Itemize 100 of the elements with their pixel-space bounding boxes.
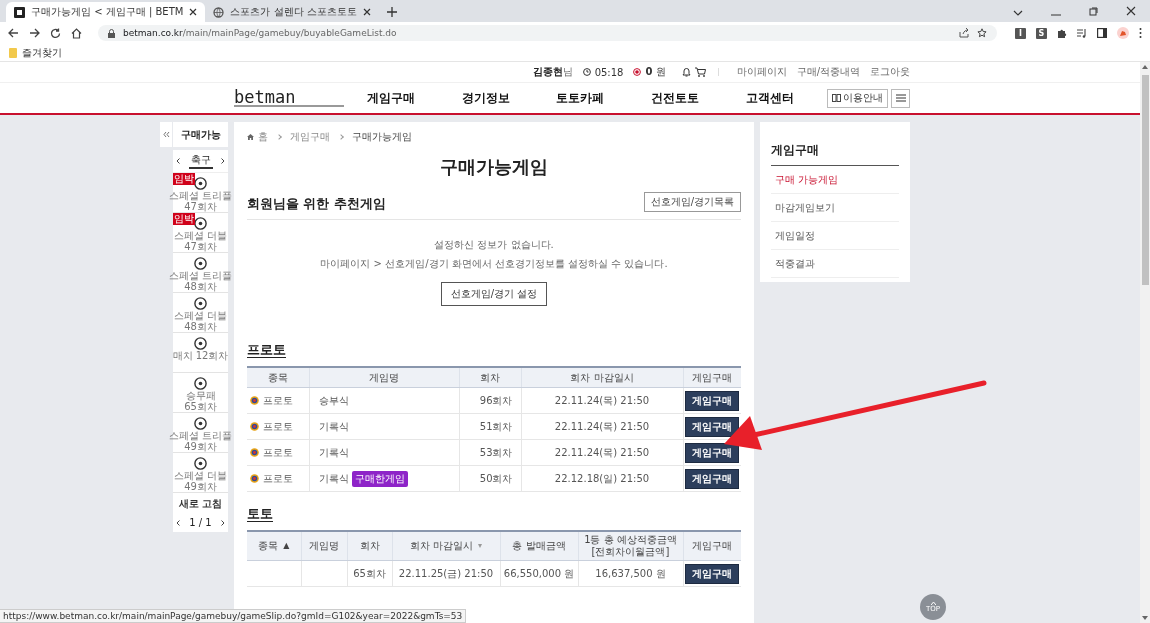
- target-icon: [250, 474, 259, 483]
- soccer-ball-icon: [194, 417, 207, 430]
- side-menu-item[interactable]: 게임일정: [771, 222, 899, 250]
- utility-link[interactable]: 로그아웃: [870, 65, 910, 79]
- profile-avatar-icon[interactable]: [1117, 27, 1129, 39]
- user-name: 김종현님: [532, 65, 573, 79]
- coin-icon: [633, 68, 642, 76]
- table-cell: 50회차: [459, 465, 521, 492]
- side-panel-icon[interactable]: [1097, 28, 1107, 38]
- address-bar[interactable]: betman.co.kr/main/mainPage/gamebuy/buyableGameList.do: [98, 25, 997, 41]
- game-shortcut[interactable]: 승무패 65회차: [173, 373, 228, 413]
- soccer-ball-icon: [194, 457, 207, 470]
- globe-icon: [213, 6, 225, 18]
- chevron-right-icon[interactable]: [221, 158, 225, 164]
- game-shortcut[interactable]: 임박 스페셜 더블 47회차: [173, 213, 228, 253]
- share-icon[interactable]: [959, 28, 969, 38]
- extension-icon[interactable]: S: [1036, 27, 1047, 39]
- table-cell: 65회차: [347, 560, 392, 587]
- table-cell: 프로토: [247, 465, 309, 492]
- target-icon: [250, 448, 259, 457]
- nav-menu-item[interactable]: 게임구매: [367, 89, 416, 107]
- cart-icon[interactable]: [694, 67, 706, 77]
- star-icon[interactable]: [977, 28, 987, 38]
- caret-up-icon: [930, 601, 936, 605]
- breadcrumb-link[interactable]: 게임구매: [290, 130, 330, 144]
- column-header[interactable]: 종목: [258, 540, 279, 552]
- new-tab-icon[interactable]: [386, 7, 397, 17]
- section-heading: 프로토: [247, 342, 286, 359]
- table-cell: 프로토: [247, 387, 309, 414]
- column-header[interactable]: 회차 마감일시: [409, 540, 474, 552]
- buy-game-button[interactable]: 게임구매: [685, 468, 740, 489]
- game-shortcut[interactable]: 매치 12회차: [173, 333, 228, 373]
- table-cell: 66,550,000 원: [500, 560, 578, 587]
- nav-menu-item[interactable]: 건전토토: [651, 89, 700, 107]
- scrollbar-thumb[interactable]: [1141, 75, 1149, 285]
- session-timer: 05:18: [594, 66, 624, 78]
- page-title: 구매가능게임: [439, 155, 549, 179]
- media-icon[interactable]: [1077, 28, 1087, 38]
- utility-link[interactable]: 구매/적중내역: [796, 65, 860, 79]
- close-icon[interactable]: [189, 8, 198, 16]
- scroll-up-icon[interactable]: [1142, 65, 1148, 69]
- side-menu-item[interactable]: 적중결과: [771, 250, 899, 278]
- puzzle-icon[interactable]: [1057, 28, 1067, 38]
- nav-menu-item[interactable]: 고객센터: [745, 89, 794, 107]
- column-header[interactable]: 회차: [359, 540, 380, 552]
- chevron-right-icon[interactable]: [221, 519, 225, 526]
- home-icon[interactable]: [71, 27, 82, 39]
- soccer-ball-icon: [194, 297, 207, 310]
- target-icon: [250, 396, 259, 405]
- collapse-button[interactable]: [160, 122, 172, 147]
- breadcrumb-link[interactable]: 구매가능게임: [352, 130, 412, 144]
- table-cell: 승부식: [309, 387, 459, 414]
- chevron-left-icon[interactable]: [176, 519, 180, 526]
- buy-game-button[interactable]: 게임구매: [685, 442, 740, 463]
- close-icon[interactable]: [1126, 6, 1136, 16]
- scroll-down-icon[interactable]: [1142, 616, 1148, 620]
- side-menu-item[interactable]: 마감게임보기: [771, 194, 899, 222]
- buy-game-button[interactable]: 게임구매: [685, 390, 740, 411]
- game-shortcut[interactable]: 스페셜 더블 48회차: [173, 293, 228, 333]
- folder-icon: [9, 47, 17, 58]
- column-header: 회차 마감일시: [521, 367, 683, 388]
- soccer-ball-icon: [194, 217, 207, 230]
- close-icon[interactable]: [362, 8, 371, 16]
- buy-game-button[interactable]: 게임구매: [685, 563, 740, 584]
- buy-game-button[interactable]: 게임구매: [685, 416, 740, 437]
- sort-indicator[interactable]: ▲: [283, 540, 290, 552]
- back-icon[interactable]: [8, 28, 19, 38]
- browser-tab[interactable]: 구매가능게임 < 게임구매 | BETM: [6, 2, 206, 22]
- menu-button[interactable]: [891, 88, 910, 108]
- imminent-badge: 임박: [173, 173, 195, 185]
- site-logo[interactable]: betman: [234, 89, 344, 107]
- guide-button[interactable]: 이용안내: [827, 88, 888, 108]
- extension-icon[interactable]: I: [1015, 27, 1026, 39]
- column-header: 종목: [247, 367, 309, 388]
- restore-icon[interactable]: [1089, 7, 1098, 16]
- sport-tab[interactable]: 축구: [188, 153, 213, 169]
- side-menu-title: 게임구매: [771, 135, 899, 166]
- side-menu-item[interactable]: 구매 가능게임: [771, 166, 899, 194]
- more-icon[interactable]: [1139, 28, 1142, 38]
- chevron-down-icon[interactable]: [1013, 10, 1023, 16]
- reload-icon[interactable]: [50, 27, 61, 39]
- imminent-badge: 임박: [173, 213, 195, 225]
- table-cell: 기록식 구매한게임: [309, 465, 459, 492]
- quick-panel-title: 구매가능: [173, 122, 228, 147]
- nav-menu-item[interactable]: 토토카페: [556, 89, 605, 107]
- home-icon: [247, 134, 254, 140]
- nav-menu-item[interactable]: 경기정보: [461, 89, 510, 107]
- bell-icon[interactable]: [681, 67, 691, 77]
- purchased-tag: 구매한게임: [351, 470, 408, 487]
- utility-link[interactable]: 마이페이지: [736, 65, 787, 79]
- bookmark-link[interactable]: 즐겨찾기: [22, 45, 62, 60]
- browser-tab[interactable]: 스포츠가 설렌다 스포츠토토: [205, 2, 379, 22]
- forward-icon[interactable]: [29, 28, 40, 38]
- target-icon: [250, 422, 259, 431]
- chevron-left-icon[interactable]: [176, 158, 180, 164]
- favorites-list-button[interactable]: 선호게임/경기목록: [643, 192, 741, 212]
- soccer-ball-icon: [194, 177, 207, 190]
- favorites-setup-button[interactable]: 선호게임/경기 설정: [440, 282, 548, 306]
- breadcrumb-link[interactable]: 홈: [258, 130, 268, 144]
- section-heading: 토토: [247, 506, 273, 523]
